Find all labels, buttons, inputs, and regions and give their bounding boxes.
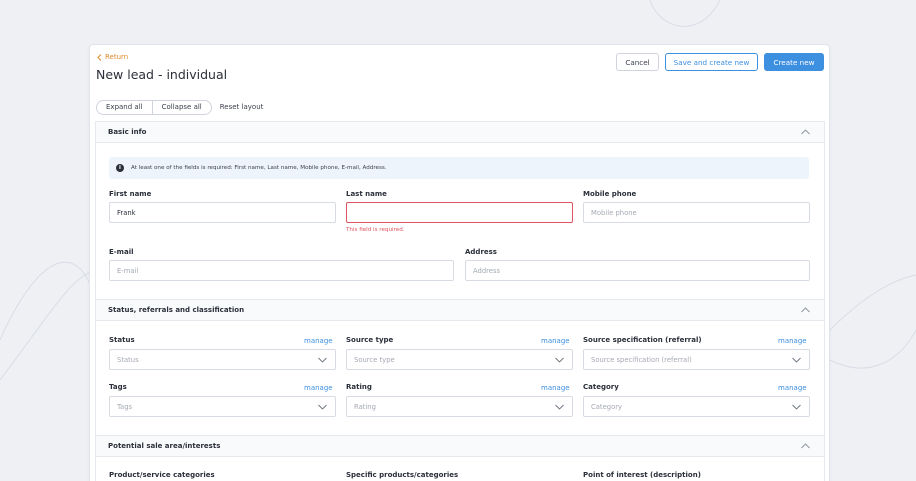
chevron-down-icon <box>792 404 801 410</box>
manage-category-link[interactable]: manage <box>778 384 807 392</box>
source-type-select[interactable]: Source type <box>346 349 573 370</box>
notice-text: At least one of the fields is required: … <box>131 165 387 171</box>
specific-products-label: Specific products/categories <box>346 471 459 479</box>
first-name-label: First name <box>109 190 152 198</box>
lead-form-window: Return New lead - individual Cancel Save… <box>89 44 830 481</box>
manage-source-specification-link[interactable]: manage <box>778 337 807 345</box>
mobile-phone-label: Mobile phone <box>583 190 637 198</box>
reset-layout-button[interactable]: Reset layout <box>212 100 273 115</box>
manage-status-link[interactable]: manage <box>304 337 333 345</box>
status-select[interactable]: Status <box>109 349 336 370</box>
cancel-button[interactable]: Cancel <box>616 53 659 71</box>
form-header: Return New lead - individual Cancel Save… <box>90 45 829 93</box>
source-type-select-value: Source type <box>354 355 395 364</box>
return-label: Return <box>105 53 129 61</box>
section-title: Potential sale area/interests <box>108 442 221 450</box>
status-label: Status <box>109 336 135 344</box>
first-name-field[interactable]: Frank <box>109 202 336 223</box>
last-name-label: Last name <box>346 190 387 198</box>
chevron-down-icon <box>555 357 564 363</box>
save-and-create-new-button[interactable]: Save and create new <box>665 53 758 71</box>
point-of-interest-label: Point of interest (description) <box>583 471 701 479</box>
manage-source-type-link[interactable]: manage <box>541 337 570 345</box>
last-name-error: This field is required. <box>346 227 405 233</box>
address-field[interactable]: Address <box>465 260 810 281</box>
section-body-status <box>95 321 825 435</box>
mobile-phone-field[interactable]: Mobile phone <box>583 202 810 223</box>
layout-toolbar: Expand all Collapse all Reset layout <box>96 99 272 115</box>
rating-select[interactable]: Rating <box>346 396 573 417</box>
chevron-left-icon <box>97 53 102 61</box>
address-label: Address <box>465 248 497 256</box>
create-new-button[interactable]: Create new <box>764 53 824 71</box>
source-specification-label: Source specification (referral) <box>583 336 702 344</box>
tags-select[interactable]: Tags <box>109 396 336 417</box>
rating-label: Rating <box>346 383 372 391</box>
category-label: Category <box>583 383 619 391</box>
chevron-up-icon[interactable] <box>801 129 810 135</box>
manage-tags-link[interactable]: manage <box>304 384 333 392</box>
chevron-down-icon <box>555 404 564 410</box>
tags-label: Tags <box>109 383 127 391</box>
chevron-down-icon <box>318 404 327 410</box>
rating-select-value: Rating <box>354 402 376 411</box>
manage-rating-link[interactable]: manage <box>541 384 570 392</box>
section-header-basic-info[interactable]: Basic info <box>95 121 825 143</box>
chevron-up-icon[interactable] <box>801 443 810 449</box>
status-select-value: Status <box>117 355 139 364</box>
return-link[interactable]: Return <box>97 53 128 61</box>
source-specification-select-value: Source specification (referral) <box>591 355 692 364</box>
email-label: E-mail <box>109 248 134 256</box>
page-title: New lead - individual <box>96 67 228 82</box>
required-fields-notice: i At least one of the fields is required… <box>109 157 809 179</box>
tags-select-value: Tags <box>117 402 133 411</box>
email-field[interactable]: E-mail <box>109 260 454 281</box>
section-title: Status, referrals and classification <box>108 306 245 314</box>
section-header-interests[interactable]: Potential sale area/interests <box>95 435 825 457</box>
source-type-label: Source type <box>346 336 394 344</box>
chevron-down-icon <box>792 357 801 363</box>
section-header-status[interactable]: Status, referrals and classification <box>95 299 825 321</box>
info-icon: i <box>116 164 124 172</box>
category-select-value: Category <box>591 402 623 411</box>
chevron-down-icon <box>318 357 327 363</box>
source-specification-select[interactable]: Source specification (referral) <box>583 349 810 370</box>
chevron-up-icon[interactable] <box>801 307 810 313</box>
product-categories-label: Product/service categories <box>109 471 215 479</box>
expand-all-button[interactable]: Expand all <box>96 99 153 115</box>
category-select[interactable]: Category <box>583 396 810 417</box>
collapse-all-button[interactable]: Collapse all <box>152 99 212 115</box>
section-title: Basic info <box>108 128 147 136</box>
last-name-field[interactable] <box>346 202 573 223</box>
